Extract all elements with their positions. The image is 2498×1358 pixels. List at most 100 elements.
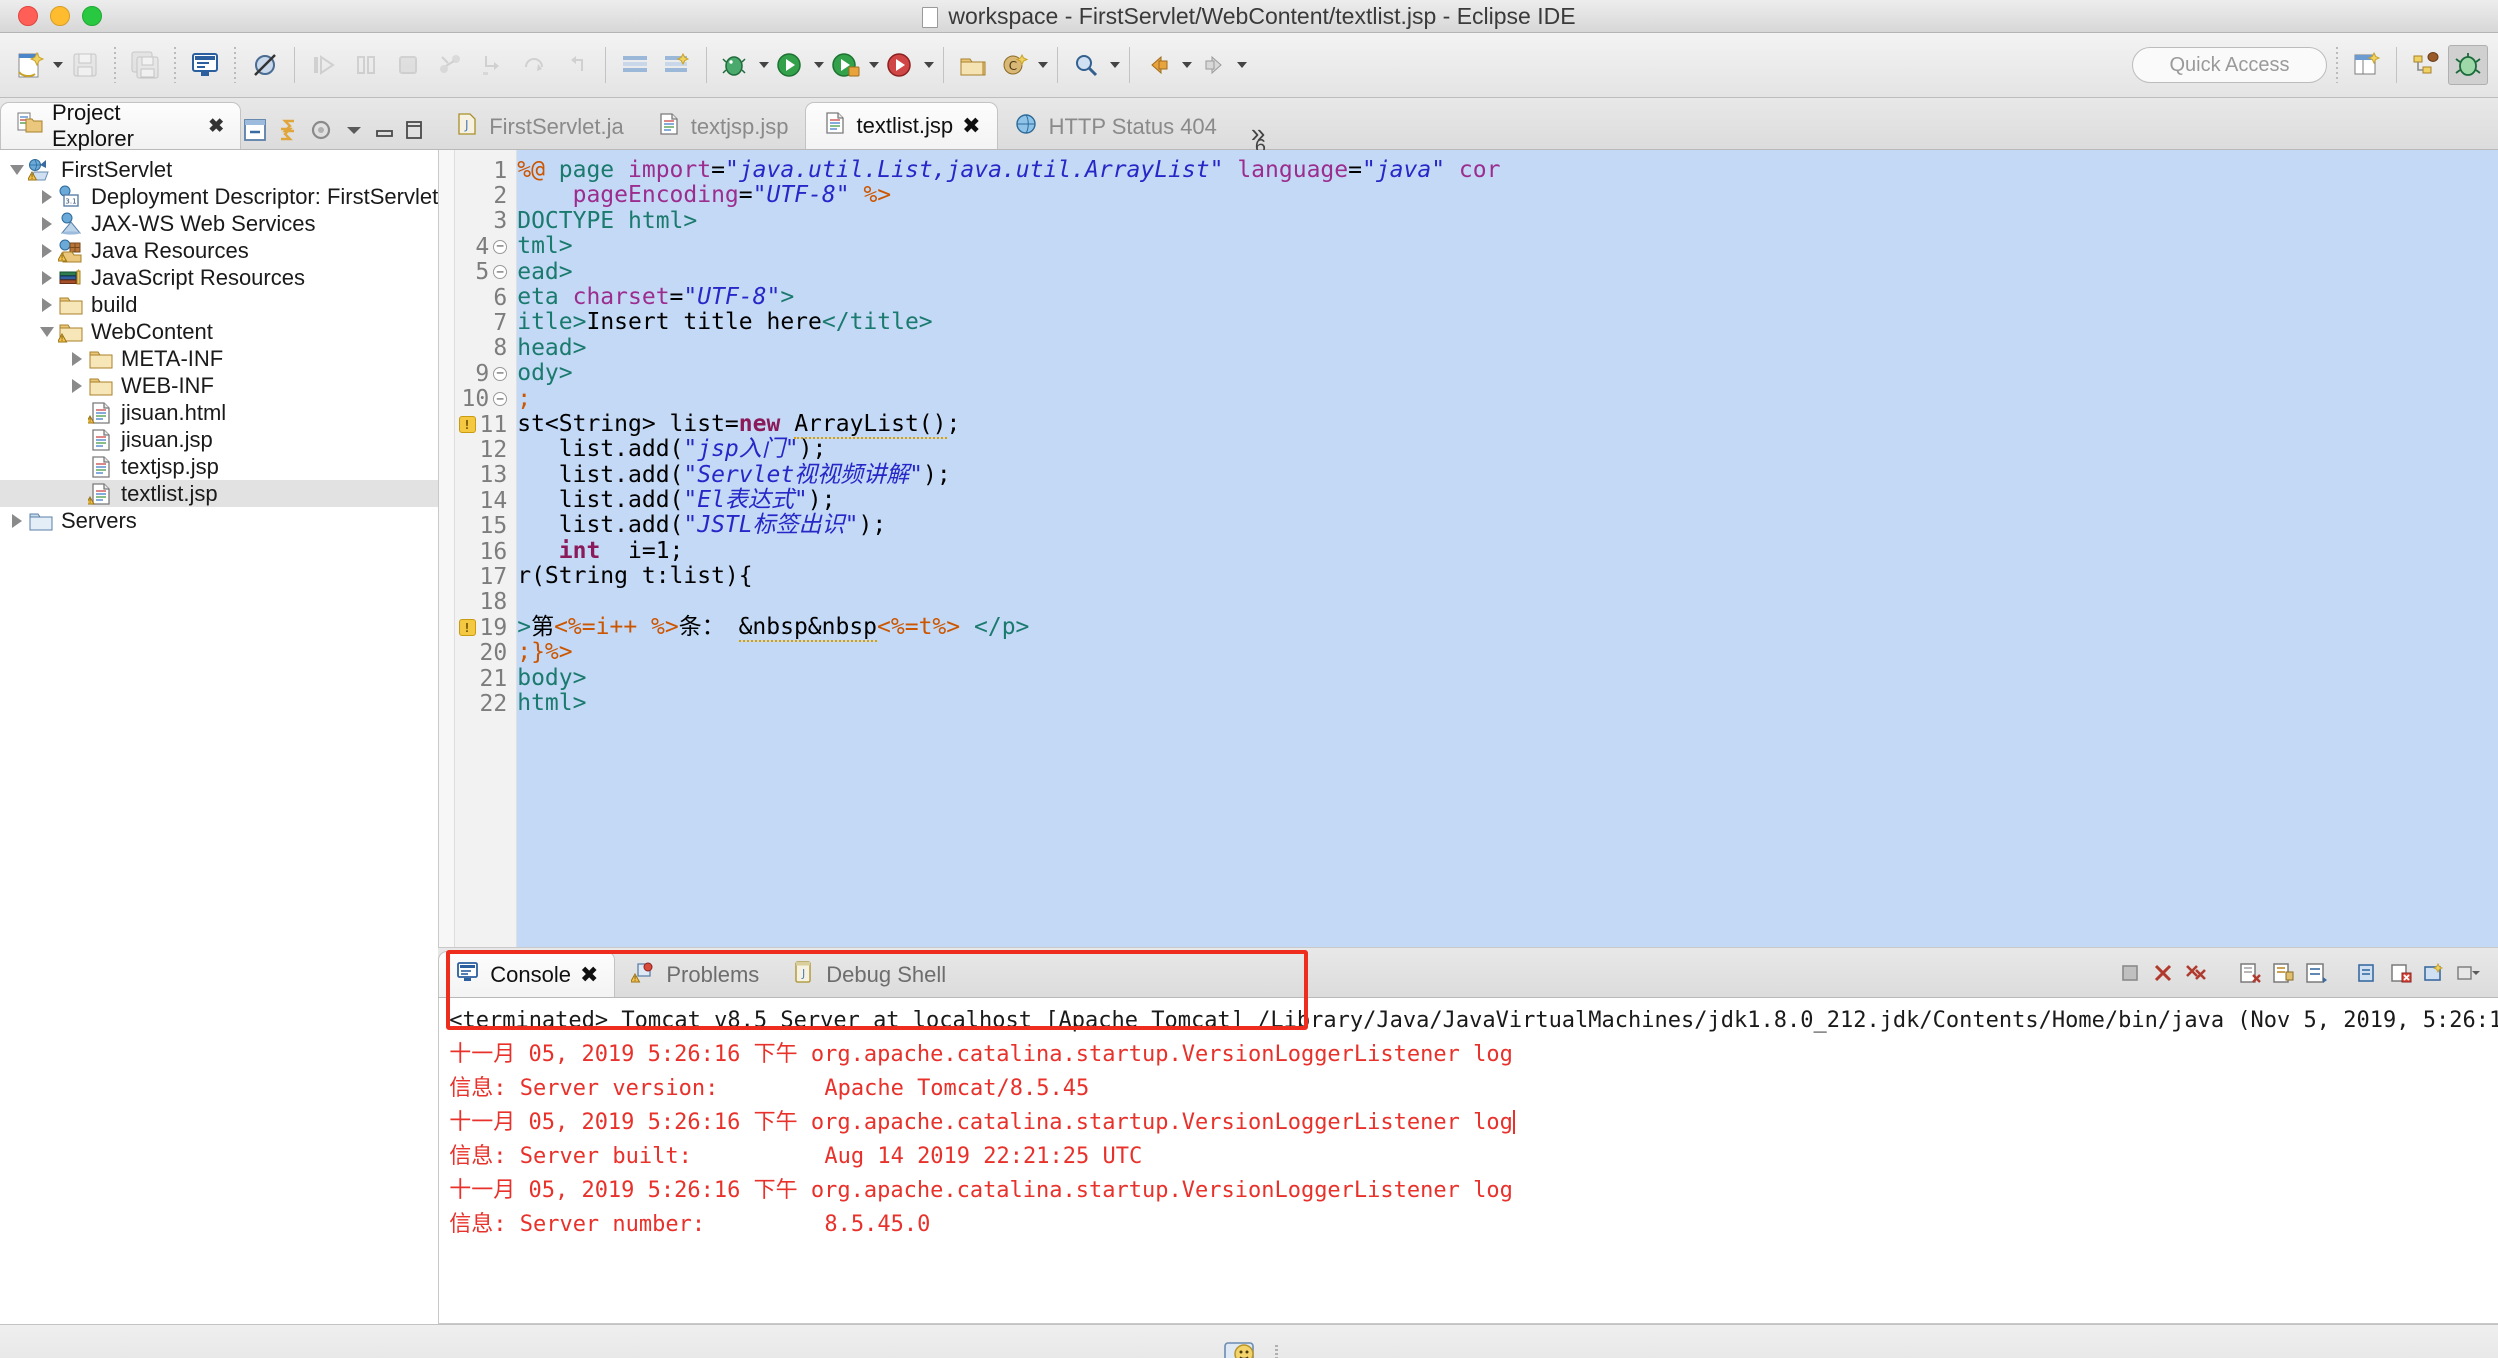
code-line[interactable]: DOCTYPE html> (517, 208, 2498, 234)
line-number[interactable]: 14 (455, 488, 516, 514)
tree-twisty-collapsed[interactable] (36, 243, 58, 258)
line-number[interactable]: 13 (455, 462, 516, 488)
main-toolbar[interactable]: C Quick Access (0, 33, 2498, 98)
line-number[interactable]: 12 (455, 437, 516, 463)
code-line[interactable]: itle>Insert title here</title> (517, 310, 2498, 335)
scroll-lock-icon[interactable] (2270, 961, 2296, 991)
new-server-icon[interactable] (657, 45, 697, 85)
step-return-icon[interactable] (556, 45, 596, 85)
line-number[interactable]: 16 (455, 539, 516, 565)
debug-as-dropdown-icon[interactable] (759, 62, 769, 68)
code-line[interactable]: r(String t:list){ (517, 564, 2498, 589)
forward-icon[interactable] (1194, 45, 1234, 85)
tree-item-meta-inf[interactable]: META-INF (0, 345, 438, 372)
java-ee-perspective-icon[interactable] (2406, 45, 2446, 85)
line-number[interactable]: ! 11 (455, 412, 516, 438)
tree-item-webcontent[interactable]: ! WebContent (0, 318, 438, 345)
line-number[interactable]: 3 (455, 208, 516, 234)
line-number[interactable]: 7 (455, 310, 516, 336)
console-tab-problems[interactable]: ! Problems (615, 953, 775, 997)
tree-item-jisuan-jsp[interactable]: jisuan.jsp (0, 426, 438, 453)
close-icon[interactable]: ✖ (580, 962, 598, 988)
coverage-icon[interactable] (881, 45, 921, 85)
smiley-status-icon[interactable] (1221, 1337, 1261, 1358)
line-number[interactable]: ! 19 (455, 615, 516, 641)
code-line[interactable]: ; (517, 386, 2498, 412)
view-menu-icon[interactable] (340, 117, 368, 149)
search-icon[interactable] (1067, 45, 1107, 85)
editor-tab-overflow[interactable]: » 6 (1233, 114, 1285, 158)
tree-twisty-collapsed[interactable] (6, 513, 28, 528)
window-controls[interactable] (0, 6, 102, 26)
new-class-icon[interactable]: C (995, 45, 1035, 85)
tree-item-java-resources[interactable]: ! Java Resources (0, 237, 438, 264)
run-as-dropdown-icon[interactable] (814, 62, 824, 68)
line-number[interactable]: 5− (455, 259, 516, 285)
annotation-ruler[interactable] (439, 150, 456, 947)
code-line[interactable]: %@ page import="java.util.List,java.util… (517, 157, 2498, 183)
resize-grip[interactable] (1274, 1344, 1278, 1358)
tree-item-firstservlet[interactable]: ! FirstServlet (0, 156, 438, 183)
code-line[interactable]: int i=1; (517, 538, 2498, 564)
back-icon[interactable] (1139, 45, 1179, 85)
tree-item-web-inf[interactable]: WEB-INF (0, 372, 438, 399)
tree-twisty-expanded[interactable] (36, 326, 58, 337)
tree-item-servers[interactable]: Servers (0, 507, 438, 534)
new-wizard-icon[interactable] (10, 45, 50, 85)
line-number[interactable]: 15 (455, 513, 516, 539)
code-line[interactable]: list.add("El表达式"); (517, 487, 2498, 513)
source-editor[interactable]: 1 2 3 4−5−6 7 8 9−10−! 11 12 13 14 15 16 17 18! 19 20 21 2… (438, 150, 2498, 948)
tree-twisty-collapsed[interactable] (66, 351, 88, 366)
save-all-icon[interactable] (125, 45, 165, 85)
console-view-icon[interactable] (185, 45, 225, 85)
forward-dropdown-icon[interactable] (1237, 62, 1247, 68)
minimize-button[interactable] (50, 6, 70, 26)
quick-access-input[interactable]: Quick Access (2132, 47, 2327, 83)
search-dropdown-icon[interactable] (1110, 62, 1120, 68)
close-icon[interactable]: ✖ (208, 115, 224, 138)
code-line[interactable]: list.add("JSTL标签出识"); (517, 513, 2498, 538)
open-task-icon[interactable] (615, 45, 655, 85)
close-button[interactable] (18, 6, 38, 26)
debug-as-icon[interactable] (716, 45, 756, 85)
code-line[interactable]: head> (517, 335, 2498, 361)
open-console-icon[interactable] (2421, 961, 2447, 991)
code-line[interactable]: list.add("Servlet视视频讲解"); (517, 462, 2498, 488)
line-number[interactable]: 17 (455, 564, 516, 590)
tree-item-deployment-descriptor-firstservlet[interactable]: 3.1 Deployment Descriptor: FirstServlet (0, 183, 438, 210)
tree-twisty-collapsed[interactable] (36, 270, 58, 285)
editor-tab-textjsp-jsp[interactable]: textjsp.jsp (640, 104, 805, 149)
line-number[interactable]: 8 (455, 335, 516, 361)
tab-project-explorer[interactable]: Project Explorer ✖ (0, 100, 242, 151)
fold-collapse-icon[interactable]: − (493, 265, 508, 280)
focus-on-active-task-icon[interactable] (307, 117, 335, 149)
collapse-all-icon[interactable] (241, 117, 269, 149)
new-class-dropdown-icon[interactable] (1038, 62, 1048, 68)
coverage-dropdown-icon[interactable] (924, 62, 934, 68)
tree-item-javascript-resources[interactable]: JavaScript Resources (0, 264, 438, 291)
code-line[interactable] (517, 590, 2498, 615)
tree-item-jax-ws-web-services[interactable]: JAX-WS Web Services (0, 210, 438, 237)
suspend-icon[interactable] (346, 45, 386, 85)
open-perspective-icon[interactable] (2347, 45, 2387, 85)
maximize-icon[interactable] (402, 118, 426, 148)
code-line[interactable]: >第<%=i++ %>条： &nbsp&nbsp<%=t%> </p> (517, 614, 2498, 643)
run-server-icon[interactable] (826, 45, 866, 85)
project-explorer-view-toolbar[interactable] (241, 117, 438, 149)
remove-all-launches-icon[interactable] (2183, 961, 2209, 991)
pin-console-icon[interactable] (2355, 961, 2381, 991)
line-number[interactable]: 22 (455, 691, 516, 717)
line-number[interactable]: 2 (455, 183, 516, 209)
link-with-editor-icon[interactable] (274, 117, 302, 149)
tree-twisty-collapsed[interactable] (36, 216, 58, 231)
code-line[interactable]: pageEncoding="UTF-8" %> (517, 183, 2498, 208)
editor-tab-http-status-404[interactable]: HTTP Status 404 (998, 104, 1233, 149)
console-output[interactable]: <terminated> Tomcat v8.5 Server at local… (438, 998, 2498, 1324)
remove-launch-icon[interactable] (2150, 961, 2176, 991)
disconnect-icon[interactable] (430, 45, 470, 85)
status-bar-items[interactable] (1221, 1337, 1278, 1358)
code-line[interactable]: ead> (517, 259, 2498, 285)
line-number-gutter[interactable]: 1 2 3 4−5−6 7 8 9−10−! 11 12 13 14 15 16 17 18! 19 20 21 2… (455, 150, 518, 947)
tree-item-textjsp-jsp[interactable]: textjsp.jsp (0, 453, 438, 480)
resume-icon[interactable] (304, 45, 344, 85)
